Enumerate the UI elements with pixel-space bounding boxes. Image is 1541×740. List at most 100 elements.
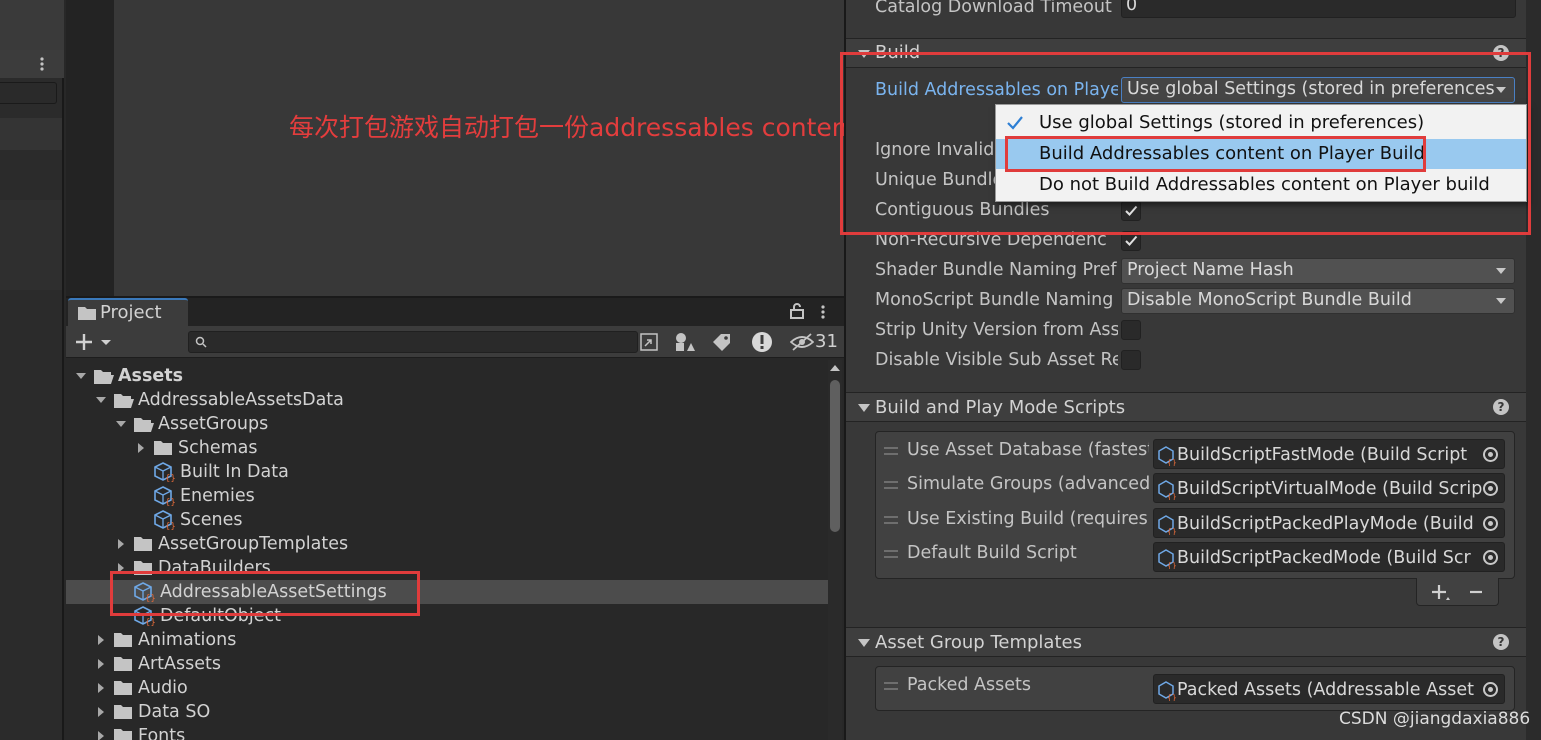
scroll-up-arrow-icon[interactable] — [830, 364, 840, 372]
foldout-arrow-icon[interactable] — [858, 638, 870, 648]
scene-view[interactable] — [114, 0, 844, 296]
tree-row-scenes[interactable]: {} Scenes — [66, 508, 828, 532]
template-object-field[interactable]: {} Packed Assets (Addressable Asset — [1153, 674, 1505, 704]
drag-handle-icon[interactable] — [884, 516, 898, 524]
catalog-timeout-label: Catalog Download Timeout — [875, 0, 1112, 17]
project-scroll-thumb[interactable] — [830, 380, 840, 532]
more-menu-icon[interactable] — [40, 56, 44, 72]
shader-naming-value: Project Name Hash — [1127, 260, 1294, 280]
scriptable-object-icon: {} — [1158, 480, 1177, 500]
folder-icon — [134, 537, 152, 551]
script-object-field[interactable]: {} BuildScriptPackedPlayMode (Build — [1153, 508, 1505, 538]
drag-handle-icon[interactable] — [884, 447, 898, 455]
folder-icon — [114, 657, 132, 671]
warning-filter-icon[interactable] — [751, 331, 773, 353]
svg-text:{}: {} — [1167, 492, 1177, 500]
folder-open-icon — [114, 394, 134, 408]
monoscript-value: Disable MonoScript Bundle Build — [1127, 290, 1412, 310]
scriptable-object-icon: {} — [1158, 515, 1177, 535]
object-picker-icon[interactable] — [1483, 516, 1498, 531]
left-panel-header — [0, 0, 64, 50]
folder-open-icon — [94, 370, 114, 384]
hidden-packages-icon[interactable] — [790, 333, 814, 351]
script-object-value: BuildScriptVirtualMode (Build Scrip — [1177, 479, 1483, 499]
tree-row-audio[interactable]: Audio — [66, 676, 828, 700]
tree-row-assets[interactable]: Assets — [66, 364, 828, 388]
drag-handle-icon[interactable] — [884, 550, 898, 558]
annotation-text: 每次打包游戏自动打包一份addressables content — [289, 113, 858, 142]
strip-unity-checkbox[interactable] — [1121, 320, 1141, 340]
shader-naming-dropdown[interactable]: Project Name Hash — [1121, 258, 1515, 284]
collapse-arrow-icon — [98, 707, 104, 717]
left-panel — [0, 0, 64, 740]
script-object-value: BuildScriptPackedPlayMode (Build — [1177, 514, 1474, 534]
object-picker-icon[interactable] — [1483, 481, 1498, 496]
svg-text:{}: {} — [145, 618, 156, 626]
tree-row-fonts[interactable]: Fonts — [66, 724, 828, 740]
help-icon[interactable]: ? — [1493, 399, 1509, 415]
tree-row-assetgrouptemplates[interactable]: AssetGroupTemplates — [66, 532, 828, 556]
tree-row-data-so[interactable]: Data SO — [66, 700, 828, 724]
script-object-field[interactable]: {} BuildScriptPackedMode (Build Scr — [1153, 542, 1505, 572]
tree-label: Scenes — [180, 510, 243, 530]
dropdown-caret-icon — [1496, 268, 1506, 274]
search-input[interactable] — [188, 331, 638, 353]
project-tab-label: Project — [100, 302, 162, 323]
script-object-field[interactable]: {} BuildScriptFastMode (Build Script — [1153, 439, 1505, 469]
add-item-icon[interactable] — [1431, 584, 1451, 602]
catalog-timeout-field[interactable]: 0 — [1121, 0, 1516, 18]
tree-row-addressableassetsdata[interactable]: AddressableAssetsData — [66, 388, 828, 412]
left-row[interactable] — [0, 118, 62, 150]
more-menu-icon[interactable] — [821, 304, 825, 320]
monoscript-dropdown[interactable]: Disable MonoScript Bundle Build — [1121, 288, 1515, 314]
svg-text:{}: {} — [1167, 693, 1177, 701]
scriptable-object-icon: {} — [154, 462, 176, 482]
script-label: Default Build Script — [907, 543, 1077, 563]
left-search-field[interactable] — [0, 82, 57, 104]
strip-unity-label: Strip Unity Version from Ass — [875, 320, 1118, 340]
filter-by-type-icon[interactable] — [674, 332, 696, 352]
drag-handle-icon[interactable] — [884, 682, 898, 690]
tree-row-animations[interactable]: Animations — [66, 628, 828, 652]
drag-handle-icon[interactable] — [884, 481, 898, 489]
scene-gutter — [66, 0, 114, 296]
tree-label: Enemies — [180, 486, 255, 506]
tree-row-assetgroups[interactable]: AssetGroups — [66, 412, 828, 436]
disable-visible-checkbox[interactable] — [1121, 350, 1141, 370]
script-label: Use Existing Build (requires — [907, 509, 1148, 529]
folder-icon — [114, 729, 132, 740]
svg-text:{}: {} — [165, 522, 176, 530]
script-object-value: BuildScriptPackedMode (Build Scr — [1177, 548, 1471, 568]
tree-label: Assets — [118, 366, 184, 386]
collapse-arrow-icon — [98, 731, 104, 740]
script-label: Simulate Groups (advanced — [907, 474, 1149, 494]
object-picker-icon[interactable] — [1483, 447, 1498, 462]
scripts-section-title: Build and Play Mode Scripts — [875, 397, 1126, 418]
tree-label: Audio — [138, 678, 188, 698]
tree-row-built-in-data[interactable]: {} Built In Data — [66, 460, 828, 484]
svg-text:{}: {} — [1167, 458, 1177, 466]
foldout-arrow-icon[interactable] — [858, 403, 870, 413]
lock-icon[interactable] — [790, 303, 804, 319]
search-scope-icon[interactable] — [639, 332, 659, 352]
help-icon[interactable]: ? — [1493, 634, 1509, 650]
tree-row-artassets[interactable]: ArtAssets — [66, 652, 828, 676]
tree-label: Fonts — [138, 726, 186, 740]
script-object-field[interactable]: {} BuildScriptVirtualMode (Build Scrip — [1153, 473, 1505, 503]
remove-item-icon[interactable] — [1469, 590, 1483, 594]
add-menu-button[interactable] — [75, 333, 115, 351]
script-label: Use Asset Database (fastest — [907, 440, 1149, 460]
object-picker-icon[interactable] — [1483, 550, 1498, 565]
left-row[interactable] — [0, 200, 62, 290]
hidden-packages-count: 31 — [815, 331, 838, 352]
tree-label: AssetGroupTemplates — [158, 534, 349, 554]
monoscript-label: MonoScript Bundle Naming — [875, 290, 1114, 310]
tree-label: Data SO — [138, 702, 211, 722]
annotation-box-settings — [110, 571, 420, 616]
object-picker-icon[interactable] — [1483, 682, 1498, 697]
filter-by-label-icon[interactable] — [712, 333, 732, 351]
tree-row-enemies[interactable]: {} Enemies — [66, 484, 828, 508]
tree-row-schemas[interactable]: Schemas — [66, 436, 828, 460]
folder-icon — [154, 441, 172, 455]
template-object-value: Packed Assets (Addressable Asset — [1177, 680, 1474, 700]
